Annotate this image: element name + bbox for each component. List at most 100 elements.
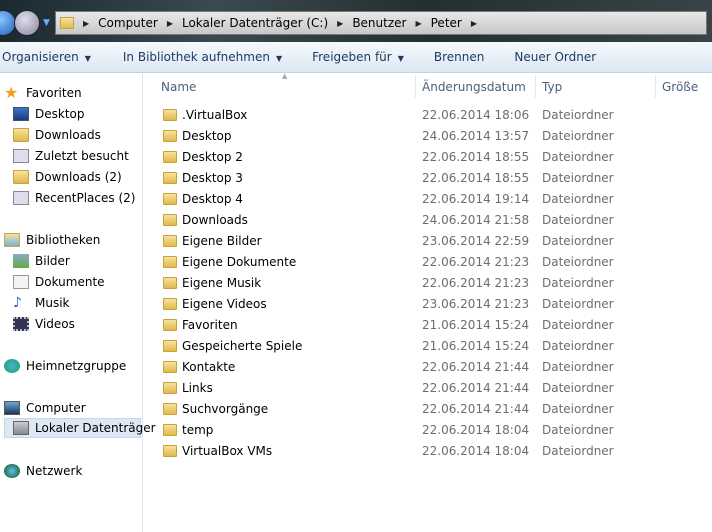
star-icon: ★ — [4, 83, 19, 102]
column-header-name[interactable]: Name — [161, 80, 196, 94]
file-type: Dateiordner — [542, 255, 614, 269]
nav-item-desktop[interactable]: Desktop — [13, 104, 85, 124]
nav-item-videos[interactable]: Videos — [13, 314, 75, 334]
chevron-right-icon[interactable]: ▶ — [337, 19, 343, 28]
file-row[interactable]: Desktop 24.06.2014 13:57 Dateiordner — [144, 126, 712, 147]
folder-icon — [163, 424, 177, 436]
file-date: 22.06.2014 21:44 — [422, 402, 530, 416]
file-type: Dateiordner — [542, 192, 614, 206]
title-bar: ▼ ▶ Computer ▶ Lokaler Datenträger (C:) ▶ … — [0, 0, 712, 42]
history-dropdown-icon[interactable]: ▼ — [43, 18, 50, 28]
file-date: 24.06.2014 13:57 — [422, 129, 530, 143]
nav-item-downloads[interactable]: Downloads — [13, 125, 101, 145]
file-row[interactable]: Suchvorgänge 22.06.2014 21:44 Dateiordne… — [144, 399, 712, 420]
nav-libraries[interactable]: Bibliotheken — [4, 230, 100, 250]
chevron-right-icon[interactable]: ▶ — [471, 19, 477, 28]
file-row[interactable]: Links 22.06.2014 21:44 Dateiordner — [144, 378, 712, 399]
forward-button[interactable] — [14, 10, 40, 36]
column-divider[interactable] — [535, 76, 536, 98]
share-label: Freigeben für — [312, 50, 392, 64]
file-date: 22.06.2014 18:55 — [422, 171, 530, 185]
nav-item-pictures[interactable]: Bilder — [13, 251, 70, 271]
chevron-right-icon[interactable]: ▶ — [167, 19, 173, 28]
crumb-label: Benutzer — [352, 16, 407, 30]
file-type: Dateiordner — [542, 129, 614, 143]
file-row[interactable]: temp 22.06.2014 18:04 Dateiordner — [144, 420, 712, 441]
burn-button[interactable]: Brennen — [434, 50, 484, 64]
nav-label: Bilder — [35, 254, 70, 268]
column-header-type[interactable]: Typ — [542, 80, 562, 94]
nav-item-local-disk[interactable]: Lokaler Datenträger — [4, 418, 156, 438]
nav-label: Downloads (2) — [35, 170, 122, 184]
file-row[interactable]: Downloads 24.06.2014 21:58 Dateiordner — [144, 210, 712, 231]
file-row[interactable]: .VirtualBox 22.06.2014 18:06 Dateiordner — [144, 105, 712, 126]
column-header-size[interactable]: Größe — [662, 80, 698, 94]
file-type: Dateiordner — [542, 339, 614, 353]
nav-item-recentplaces-2[interactable]: RecentPlaces (2) — [13, 188, 135, 208]
file-row[interactable]: Eigene Videos 23.06.2014 21:23 Dateiordn… — [144, 294, 712, 315]
file-name: Eigene Dokumente — [182, 255, 297, 269]
file-row[interactable]: Desktop 2 22.06.2014 18:55 Dateiordner — [144, 147, 712, 168]
folder-icon — [163, 235, 177, 247]
chevron-right-icon[interactable]: ▶ — [83, 19, 89, 28]
file-name: VirtualBox VMs — [182, 444, 273, 458]
folder-icon — [163, 382, 177, 394]
file-row[interactable]: VirtualBox VMs 22.06.2014 18:04 Dateiord… — [144, 441, 712, 462]
nav-label: Netzwerk — [26, 464, 83, 478]
nav-item-music[interactable]: ♪ Musik — [13, 293, 70, 313]
file-row[interactable]: Desktop 4 22.06.2014 19:14 Dateiordner — [144, 189, 712, 210]
file-row[interactable]: Eigene Dokumente 22.06.2014 21:23 Dateio… — [144, 252, 712, 273]
folder-icon — [163, 361, 177, 373]
downloads-folder-icon — [13, 128, 29, 142]
breadcrumb-users[interactable]: Benutzer ▶ — [352, 16, 430, 30]
nav-item-downloads-2[interactable]: Downloads (2) — [13, 167, 122, 187]
nav-label: Zuletzt besucht — [35, 149, 129, 163]
add-to-library-button[interactable]: In Bibliothek aufnehmen ▼ — [123, 50, 282, 64]
breadcrumb-computer[interactable]: Computer ▶ — [98, 16, 182, 30]
folder-icon — [163, 403, 177, 415]
folder-icon — [163, 193, 177, 205]
column-header-date[interactable]: Änderungsdatum — [422, 80, 526, 94]
folder-icon — [163, 445, 177, 457]
file-name: Favoriten — [182, 318, 238, 332]
nav-label: Heimnetzgruppe — [26, 359, 127, 373]
folder-icon — [163, 109, 177, 121]
nav-item-recent[interactable]: Zuletzt besucht — [13, 146, 129, 166]
share-with-button[interactable]: Freigeben für ▼ — [312, 50, 404, 64]
crumb-label: Computer — [98, 16, 158, 30]
column-divider[interactable] — [655, 76, 656, 98]
file-name: .VirtualBox — [182, 108, 248, 122]
file-row[interactable]: Kontakte 22.06.2014 21:44 Dateiordner — [144, 357, 712, 378]
recent-places-icon — [13, 191, 29, 205]
file-row[interactable]: Favoriten 21.06.2014 15:24 Dateiordner — [144, 315, 712, 336]
file-type: Dateiordner — [542, 213, 614, 227]
file-row[interactable]: Eigene Bilder 23.06.2014 22:59 Dateiordn… — [144, 231, 712, 252]
file-type: Dateiordner — [542, 381, 614, 395]
breadcrumb-drive[interactable]: Lokaler Datenträger (C:) ▶ — [182, 16, 352, 30]
nav-favorites[interactable]: ★ Favoriten — [4, 83, 82, 103]
nav-computer[interactable]: Computer — [4, 398, 86, 418]
chevron-right-icon[interactable]: ▶ — [415, 19, 421, 28]
organize-button[interactable]: Organisieren ▼ — [2, 50, 91, 64]
column-divider[interactable] — [415, 76, 416, 98]
file-name: Desktop 4 — [182, 192, 243, 206]
folder-icon — [163, 130, 177, 142]
new-folder-button[interactable]: Neuer Ordner — [514, 50, 596, 64]
nav-item-documents[interactable]: Dokumente — [13, 272, 105, 292]
file-name: Kontakte — [182, 360, 236, 374]
crumb-label: Lokaler Datenträger (C:) — [181, 16, 329, 30]
file-row[interactable]: Gespeicherte Spiele 21.06.2014 15:24 Dat… — [144, 336, 712, 357]
file-row[interactable]: Desktop 3 22.06.2014 18:55 Dateiordner — [144, 168, 712, 189]
file-name: Downloads — [182, 213, 248, 227]
nav-network[interactable]: Netzwerk — [4, 461, 82, 481]
nav-label: Musik — [35, 296, 70, 310]
address-bar[interactable]: ▶ Computer ▶ Lokaler Datenträger (C:) ▶ Be… — [55, 11, 707, 35]
nav-homegroup[interactable]: Heimnetzgruppe — [4, 356, 126, 376]
file-type: Dateiordner — [542, 360, 614, 374]
folder-icon — [163, 340, 177, 352]
network-icon — [4, 464, 20, 478]
nav-label: Downloads — [35, 128, 101, 142]
breadcrumb-peter[interactable]: Peter ▶ — [431, 16, 486, 30]
file-row[interactable]: Eigene Musik 22.06.2014 21:23 Dateiordne… — [144, 273, 712, 294]
nav-label: Lokaler Datenträger — [35, 421, 156, 435]
